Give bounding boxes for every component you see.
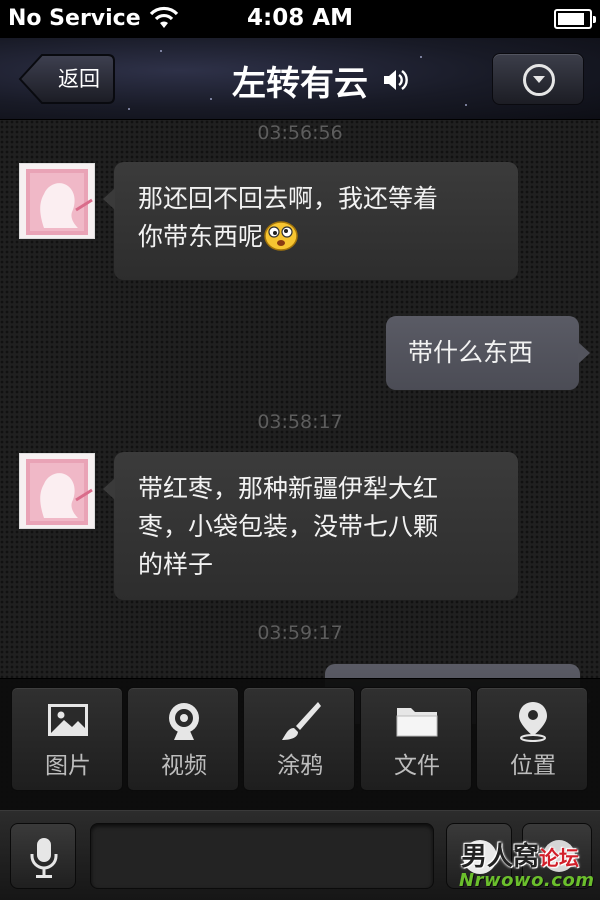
dizzy-face-emoji-icon	[264, 221, 298, 251]
timestamp: 03:58:17	[257, 411, 343, 433]
timestamp: 03:56:56	[257, 122, 343, 144]
attachment-toolbar: 图片 视频 涂鸦 文件 位置	[0, 678, 600, 810]
watermark-title: 男人窝论坛	[461, 842, 580, 872]
message-text: 你带东西呢	[138, 222, 264, 251]
tool-doodle-button[interactable]: 涂鸦	[243, 687, 355, 791]
tool-label: 涂鸦	[277, 753, 323, 779]
nav-bar: 返回 左转有云	[0, 38, 600, 120]
image-icon	[48, 704, 88, 736]
tool-label: 位置	[510, 753, 556, 779]
tool-image-button[interactable]: 图片	[11, 687, 123, 791]
tool-label: 图片	[45, 753, 91, 779]
chevron-down-circle-icon	[523, 64, 555, 96]
tool-file-button[interactable]: 文件	[360, 687, 472, 791]
message-text: 那还回不回去啊，我还等着	[138, 184, 439, 213]
timestamp: 03:59:17	[257, 622, 343, 644]
location-pin-icon	[519, 702, 547, 742]
message-text: 枣，小袋包装，没带七八颗	[138, 512, 439, 541]
message-text: 带什么东西	[408, 338, 534, 367]
avatar-silhouette-icon	[26, 459, 93, 525]
battery-level	[558, 13, 584, 25]
voice-input-button[interactable]	[10, 823, 76, 889]
battery-icon	[554, 9, 596, 29]
incoming-message-bubble[interactable]: 带红枣，那种新疆伊犁大红 枣，小袋包装，没带七八颗 的样子	[103, 452, 518, 600]
tool-label: 视频	[161, 753, 207, 779]
message-text: 带红枣，那种新疆伊犁大红	[138, 474, 439, 503]
incoming-message-bubble[interactable]: 那还回不回去啊，我还等着 你带东西呢	[103, 162, 518, 280]
microphone-icon	[30, 838, 58, 878]
site-watermark: 男人窝论坛 Nrwowo.com	[455, 836, 595, 896]
contact-avatar[interactable]	[19, 453, 95, 529]
avatar-silhouette-icon	[26, 169, 93, 235]
watermark-url: Nrwowo.com	[459, 870, 595, 891]
message-text: 的样子	[138, 550, 214, 579]
speaker-icon	[384, 70, 408, 90]
message-input[interactable]	[90, 823, 434, 889]
tool-location-button[interactable]: 位置	[476, 687, 588, 791]
clock: 4:08 AM	[247, 5, 353, 31]
menu-button[interactable]	[492, 53, 584, 105]
tool-video-button[interactable]: 视频	[127, 687, 239, 791]
status-bar: No Service 4:08 AM	[0, 0, 600, 38]
brush-icon	[282, 702, 321, 740]
tool-label: 文件	[394, 753, 440, 779]
outgoing-message-bubble[interactable]: 带什么东西	[386, 316, 590, 390]
contact-avatar[interactable]	[19, 163, 95, 239]
webcam-icon	[169, 703, 199, 740]
folder-icon	[396, 708, 438, 737]
